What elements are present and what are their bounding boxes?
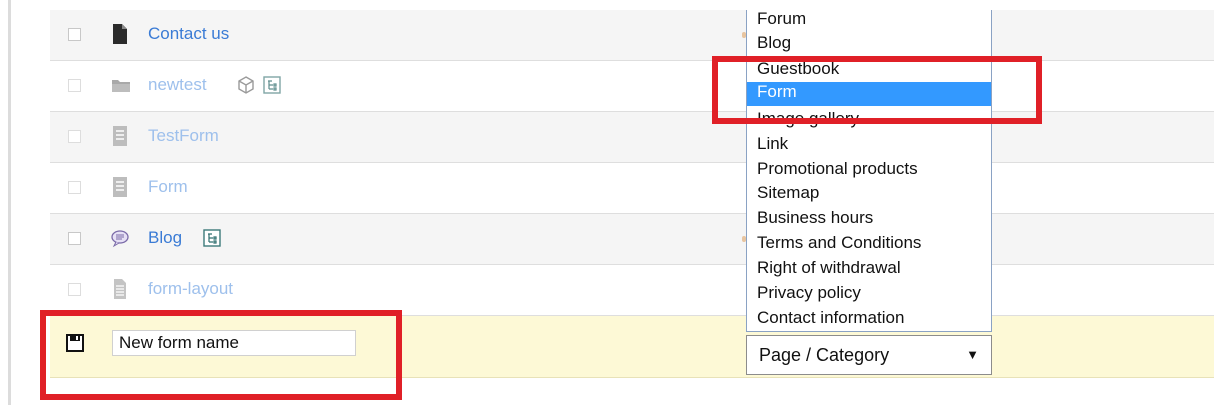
cube-icon[interactable] <box>236 75 256 95</box>
list-item[interactable]: Contact us <box>50 10 1214 61</box>
item-label[interactable]: TestForm <box>148 126 219 146</box>
option-business-hours[interactable]: Business hours <box>747 208 991 232</box>
row-checkbox[interactable] <box>68 28 81 41</box>
folder-icon <box>112 80 130 92</box>
option-link[interactable]: Link <box>747 134 991 158</box>
item-label[interactable]: Blog <box>148 228 182 248</box>
option-blog[interactable]: Blog <box>747 33 991 57</box>
option-forum[interactable]: Forum <box>747 10 991 33</box>
row-checkbox[interactable] <box>68 130 81 143</box>
form-icon <box>113 177 127 197</box>
option-sitemap[interactable]: Sitemap <box>747 183 991 207</box>
list-item[interactable]: Form <box>50 163 1214 214</box>
option-contact-information[interactable]: Contact information <box>747 308 991 331</box>
sitemap-icon[interactable] <box>202 228 222 248</box>
item-label[interactable]: Contact us <box>148 24 229 44</box>
highlight-box <box>712 56 1042 124</box>
sitemap-icon[interactable] <box>262 75 282 95</box>
item-label[interactable]: Form <box>148 177 188 197</box>
row-checkbox[interactable] <box>68 79 81 92</box>
page-icon <box>113 24 127 44</box>
blog-icon <box>111 230 129 248</box>
list-item[interactable]: form-layout <box>50 265 1214 316</box>
option-terms-and-conditions[interactable]: Terms and Conditions <box>747 233 991 257</box>
item-label[interactable]: newtest <box>148 75 207 95</box>
panel-border <box>8 0 11 405</box>
type-select[interactable]: Page / Category ▼ <box>746 335 992 375</box>
highlight-box <box>40 310 402 400</box>
option-right-of-withdrawal[interactable]: Right of withdrawal <box>747 258 991 282</box>
row-checkbox[interactable] <box>68 283 81 296</box>
type-select-value: Page / Category <box>759 345 890 365</box>
form-icon <box>113 126 127 146</box>
list-item[interactable]: Blog <box>50 214 1214 265</box>
row-checkbox[interactable] <box>68 232 81 245</box>
row-checkbox[interactable] <box>68 181 81 194</box>
document-icon <box>114 279 126 299</box>
item-label[interactable]: form-layout <box>148 279 233 299</box>
dropdown-arrow-icon[interactable]: ▼ <box>966 336 979 374</box>
option-privacy-policy[interactable]: Privacy policy <box>747 283 991 307</box>
option-promotional-products[interactable]: Promotional products <box>747 159 991 183</box>
